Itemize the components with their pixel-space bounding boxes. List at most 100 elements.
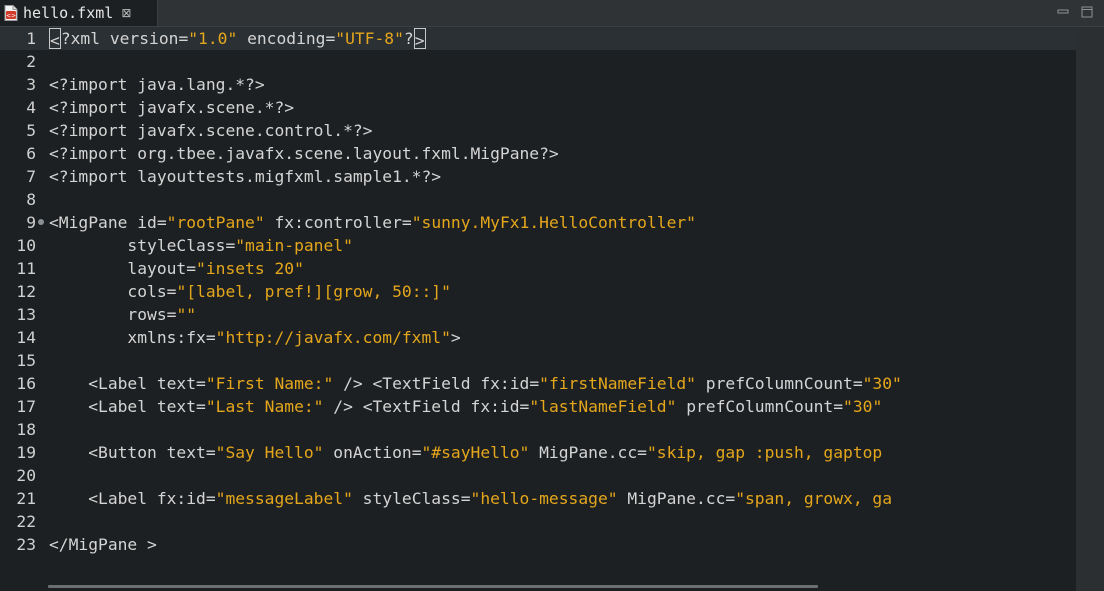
- code-token: layout=: [49, 259, 197, 278]
- code-line[interactable]: 20: [0, 464, 1076, 487]
- line-number: 6: [26, 144, 36, 163]
- code-line[interactable]: 9 <MigPane id="rootPane" fx:controller="s…: [0, 211, 1076, 234]
- code-text: rows="": [49, 303, 196, 326]
- code-text: layout="insets 20": [49, 257, 303, 280]
- code-token: onAction=: [323, 443, 422, 462]
- line-number: 13: [16, 305, 36, 324]
- bracket-match-marker: <: [49, 27, 61, 50]
- code-token: fx:controller=: [264, 213, 412, 232]
- code-area[interactable]: 1 <?xml version="1.0" encoding="UTF-8"?> 2…: [0, 27, 1076, 583]
- code-token: <Label fx:id=: [49, 489, 216, 508]
- string-token: "rootPane": [166, 213, 265, 232]
- line-number: 16: [16, 374, 36, 393]
- code-text: styleClass="main-panel": [49, 234, 353, 257]
- string-token: "hello-message": [470, 489, 618, 508]
- overview-ruler: [1076, 27, 1104, 591]
- line-number: 9: [26, 213, 36, 232]
- string-token: "[label, pref!][grow, 50::]": [176, 282, 451, 301]
- code-token: <?import java.lang.*?>: [49, 75, 265, 94]
- code-text: <?import org.tbee.javafx.scene.layout.fx…: [49, 142, 559, 165]
- code-token: <Button text=: [49, 443, 216, 462]
- editor-tab-bar: <> hello.fxml ⊠: [0, 0, 1104, 27]
- code-line[interactable]: 5 <?import javafx.scene.control.*?>: [0, 119, 1076, 142]
- code-line[interactable]: 4 <?import javafx.scene.*?>: [0, 96, 1076, 119]
- minimize-icon[interactable]: [1056, 4, 1070, 18]
- close-icon[interactable]: ⊠: [121, 7, 131, 19]
- string-token: "First Name:": [205, 374, 334, 393]
- code-text: xmlns:fx="http://javafx.com/fxml">: [49, 326, 461, 349]
- code-line[interactable]: 21 <Label fx:id="messageLabel" styleClas…: [0, 487, 1076, 510]
- line-number: 23: [16, 535, 36, 554]
- code-line[interactable]: 6 <?import org.tbee.javafx.scene.layout.f…: [0, 142, 1076, 165]
- maximize-icon[interactable]: [1080, 4, 1094, 18]
- code-line[interactable]: 14 xmlns:fx="http://javafx.com/fxml">: [0, 326, 1076, 349]
- code-text: <?import layouttests.migfxml.sample1.*?>: [49, 165, 441, 188]
- svg-text:<>: <>: [6, 13, 16, 20]
- bracket-match-marker: >: [413, 27, 426, 50]
- code-text: cols="[label, pref!][grow, 50::]": [49, 280, 451, 303]
- code-line[interactable]: 10 styleClass="main-panel": [0, 234, 1076, 257]
- code-line[interactable]: 11 layout="insets 20": [0, 257, 1076, 280]
- line-number: 4: [26, 98, 36, 117]
- code-token: <MigPane id=: [49, 213, 167, 232]
- code-token: <?import javafx.scene.control.*?>: [49, 121, 373, 140]
- code-token: MigPane.cc=: [617, 489, 736, 508]
- line-number: 18: [16, 420, 36, 439]
- line-number: 7: [26, 167, 36, 186]
- line-number: 22: [16, 512, 36, 531]
- string-token: "30": [843, 397, 883, 416]
- code-token: <?import org.tbee.javafx.scene.layout.fx…: [49, 144, 559, 163]
- fold-marker-icon[interactable]: [38, 219, 44, 225]
- code-token: <?import javafx.scene.*?>: [49, 98, 295, 117]
- code-token: <Label text=: [49, 397, 206, 416]
- string-token: "span, growx, ga: [735, 489, 893, 508]
- code-token: ?xml version=: [60, 29, 189, 48]
- code-line[interactable]: 2: [0, 50, 1076, 73]
- code-text: <MigPane id="rootPane" fx:controller="su…: [49, 211, 696, 234]
- code-text: <?import java.lang.*?>: [49, 73, 265, 96]
- code-token: styleClass=: [49, 236, 236, 255]
- code-line[interactable]: 1 <?xml version="1.0" encoding="UTF-8"?>: [0, 27, 1076, 50]
- line-number: 21: [16, 489, 36, 508]
- line-number: 12: [16, 282, 36, 301]
- string-token: "UTF-8": [335, 29, 404, 48]
- code-line[interactable]: 16 <Label text="First Name:" /> <TextFie…: [0, 372, 1076, 395]
- line-number: 3: [26, 75, 36, 94]
- code-line[interactable]: 7 <?import layouttests.migfxml.sample1.*?…: [0, 165, 1076, 188]
- code-line[interactable]: 22: [0, 510, 1076, 533]
- horizontal-scrollbar-thumb[interactable]: [48, 585, 818, 588]
- window-controls: [1056, 4, 1094, 18]
- code-line[interactable]: 17 <Label text="Last Name:" /> <TextFiel…: [0, 395, 1076, 418]
- string-token: "messageLabel": [215, 489, 353, 508]
- code-token: /> <TextField fx:id=: [323, 397, 530, 416]
- line-number: 5: [26, 121, 36, 140]
- xml-editor[interactable]: <> hello.fxml ⊠ 1 <?xml version="1.0" enc…: [0, 0, 1104, 591]
- code-text: <Label fx:id="messageLabel" styleClass="…: [49, 487, 892, 510]
- line-number: 15: [16, 351, 36, 370]
- code-line[interactable]: 12 cols="[label, pref!][grow, 50::]": [0, 280, 1076, 303]
- string-token: "main-panel": [235, 236, 353, 255]
- line-number: 2: [26, 52, 36, 71]
- line-number: 8: [26, 190, 36, 209]
- code-line[interactable]: 13 rows="": [0, 303, 1076, 326]
- string-token: "Last Name:": [205, 397, 324, 416]
- code-line[interactable]: 15: [0, 349, 1076, 372]
- code-line[interactable]: 3 <?import java.lang.*?>: [0, 73, 1076, 96]
- code-line[interactable]: 18: [0, 418, 1076, 441]
- code-token: </MigPane >: [49, 535, 157, 554]
- code-token: xmlns:fx=: [49, 328, 216, 347]
- code-text: <Label text="Last Name:" /> <TextField f…: [49, 395, 882, 418]
- code-token: prefColumnCount=: [676, 397, 844, 416]
- code-text: <Button text="Say Hello" onAction="#sayH…: [49, 441, 882, 464]
- code-line[interactable]: 8: [0, 188, 1076, 211]
- code-token: MigPane.cc=: [529, 443, 647, 462]
- code-text: </MigPane >: [49, 533, 157, 556]
- code-line[interactable]: 23 </MigPane >: [0, 533, 1076, 556]
- code-line[interactable]: 19 <Button text="Say Hello" onAction="#s…: [0, 441, 1076, 464]
- line-number: 17: [16, 397, 36, 416]
- string-token: "1.0": [188, 29, 238, 48]
- code-token: /> <TextField fx:id=: [333, 374, 540, 393]
- tab-hello-fxml[interactable]: <> hello.fxml ⊠: [0, 0, 158, 26]
- code-token: >: [450, 328, 461, 347]
- code-text: <?xml version="1.0" encoding="UTF-8"?>: [49, 27, 426, 50]
